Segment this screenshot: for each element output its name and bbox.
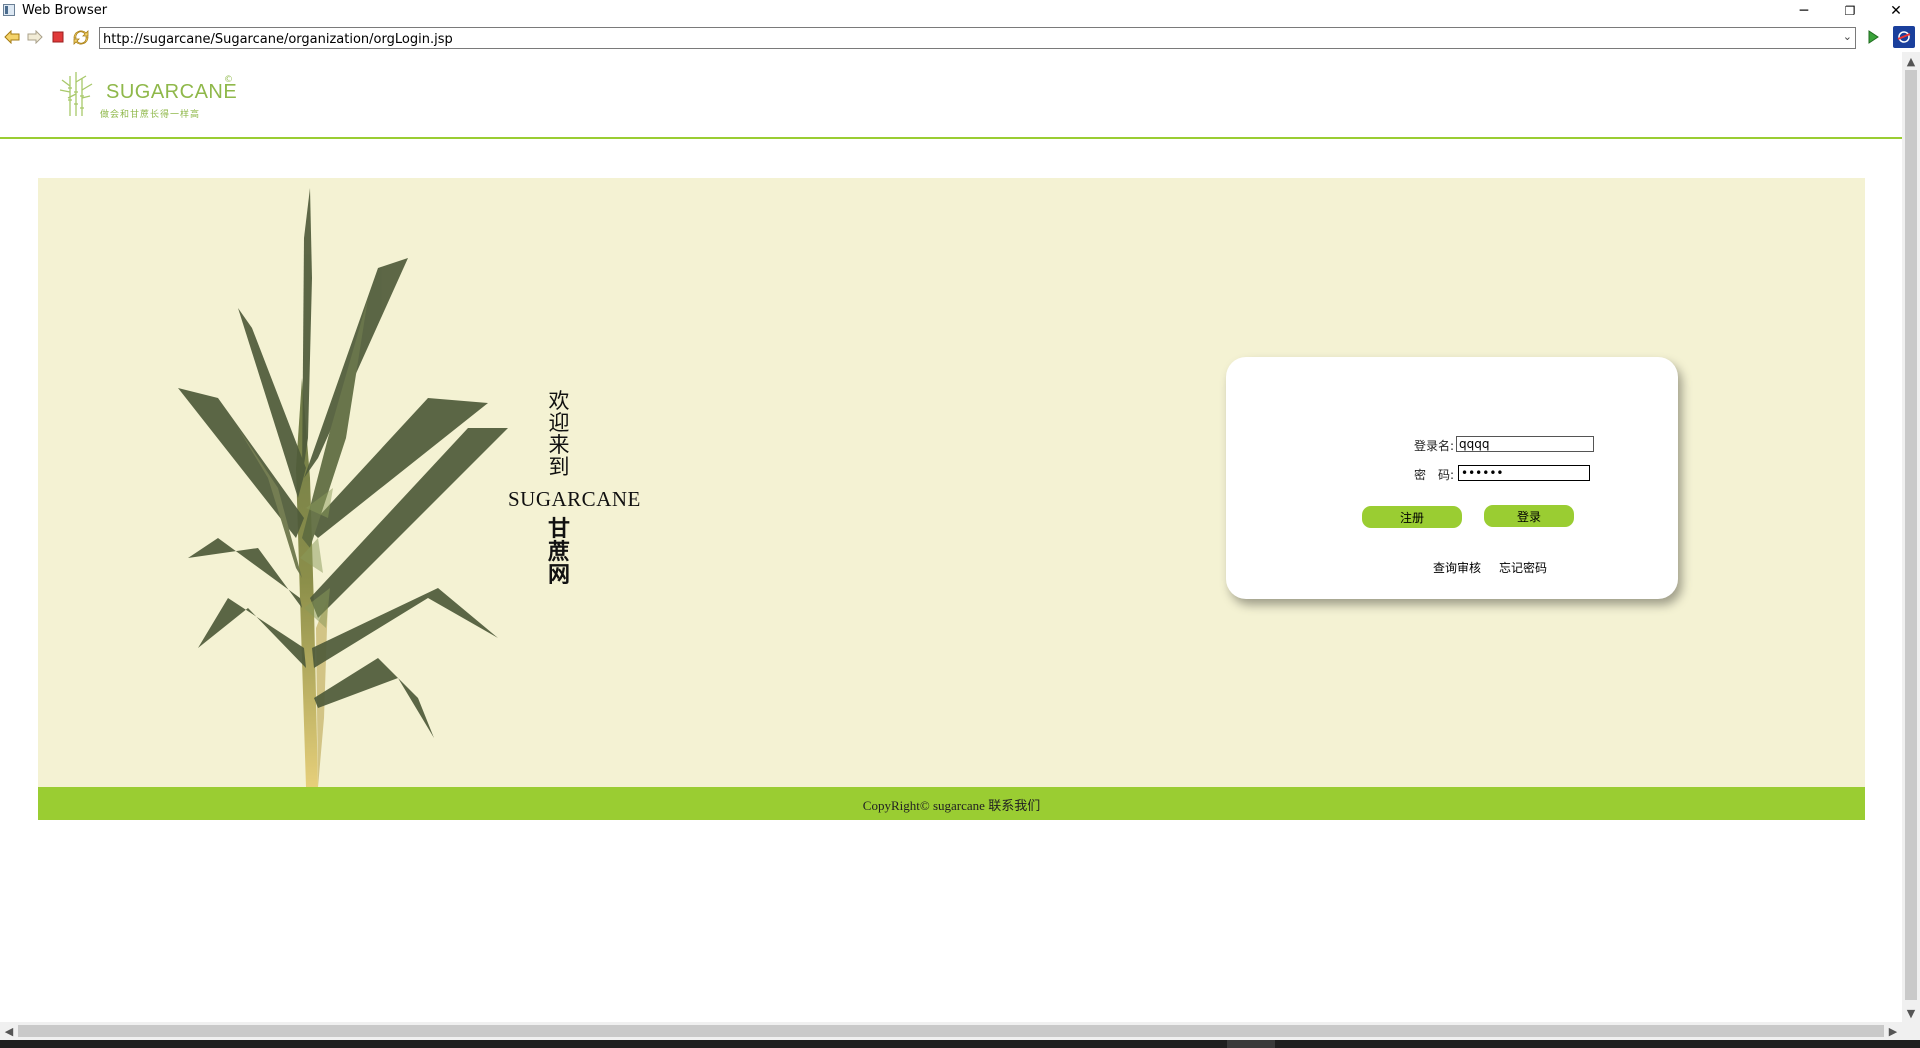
scroll-up-icon[interactable]: ▲	[1902, 52, 1920, 70]
taskbar-item[interactable]	[1227, 1040, 1275, 1048]
copyright-text[interactable]: CopyRight© sugarcane 联系我们	[38, 795, 1865, 814]
back-arrow-icon[interactable]	[3, 28, 21, 46]
site-name-char-2: 蔗	[547, 540, 570, 565]
welcome-char-3: 来	[548, 433, 570, 457]
welcome-char-2: 迎	[548, 411, 570, 435]
scroll-left-icon[interactable]: ◀	[0, 1022, 18, 1040]
scroll-down-icon[interactable]: ▼	[1902, 1004, 1920, 1022]
password-input[interactable]	[1458, 465, 1590, 481]
browser-menu-icon[interactable]	[1893, 26, 1915, 48]
page-viewport: SUGARCANE © 做会和甘蔗长得一样高 欢 迎 来 到 SUGARCANE…	[0, 52, 1902, 1022]
app-icon	[3, 4, 15, 16]
logo-text: SUGARCANE	[106, 81, 238, 103]
site-name-vertical: 甘 蔗 网	[534, 518, 584, 587]
welcome-text: 欢 迎 来 到 SUGARCANE 甘 蔗 网	[508, 389, 640, 587]
login-button[interactable]: 登录	[1484, 505, 1574, 527]
welcome-char-1: 欢	[548, 389, 570, 413]
username-input[interactable]	[1456, 436, 1594, 452]
password-label: 密 码:	[1414, 468, 1455, 482]
welcome-banner: 欢 迎 来 到 SUGARCANE 甘 蔗 网 登录名: 密 码: 注册 登录 …	[38, 178, 1865, 787]
go-icon[interactable]	[1864, 28, 1882, 46]
sugarcane-logo-icon	[59, 72, 93, 116]
scrollbar-corner	[1902, 1022, 1920, 1040]
site-name-char-3: 网	[547, 563, 570, 588]
vertical-scroll-thumb[interactable]	[1905, 70, 1917, 1000]
username-row: 登录名:	[1414, 436, 1614, 454]
address-bar[interactable]: ⌄	[99, 27, 1856, 49]
horizontal-scrollbar[interactable]: ◀ ▶	[0, 1022, 1902, 1040]
vertical-scrollbar[interactable]: ▲ ▼	[1902, 52, 1920, 1022]
restore-button[interactable]: ❐	[1827, 0, 1873, 22]
logo-registered-mark: ©	[224, 75, 233, 85]
register-button[interactable]: 注册	[1362, 506, 1462, 528]
scroll-right-icon[interactable]: ▶	[1884, 1022, 1902, 1040]
taskbar-strip	[0, 1040, 1920, 1048]
window-title: Web Browser	[22, 3, 108, 18]
stop-icon[interactable]	[49, 28, 67, 46]
refresh-icon[interactable]	[72, 28, 90, 46]
chevron-down-icon[interactable]: ⌄	[1843, 30, 1852, 43]
banner-brand: SUGARCANE	[508, 487, 641, 511]
window-titlebar: Web Browser ─ ❐ ✕	[0, 0, 1920, 22]
sugarcane-plant-illustration	[178, 188, 508, 787]
horizontal-scroll-thumb[interactable]	[18, 1025, 1884, 1037]
site-footer: CopyRight© sugarcane 联系我们	[38, 787, 1865, 820]
site-header: SUGARCANE © 做会和甘蔗长得一样高	[0, 52, 1902, 139]
browser-toolbar: ⌄	[0, 22, 1920, 52]
forgot-password-link[interactable]: 忘记密码	[1499, 559, 1547, 576]
site-name-char-1: 甘	[547, 517, 570, 542]
logo-slogan: 做会和甘蔗长得一样高	[100, 110, 201, 120]
username-label: 登录名:	[1414, 439, 1455, 453]
password-row: 密 码:	[1414, 465, 1614, 483]
login-panel: 登录名: 密 码: 注册 登录 查询审核 忘记密码	[1226, 357, 1678, 599]
minimize-button[interactable]: ─	[1781, 0, 1827, 22]
query-review-link[interactable]: 查询审核	[1433, 559, 1481, 576]
welcome-char-4: 到	[548, 455, 570, 479]
site-logo[interactable]: SUGARCANE © 做会和甘蔗长得一样高	[58, 72, 238, 122]
forward-arrow-icon[interactable]	[26, 28, 44, 46]
url-input[interactable]	[103, 30, 1823, 49]
close-button[interactable]: ✕	[1873, 0, 1919, 22]
